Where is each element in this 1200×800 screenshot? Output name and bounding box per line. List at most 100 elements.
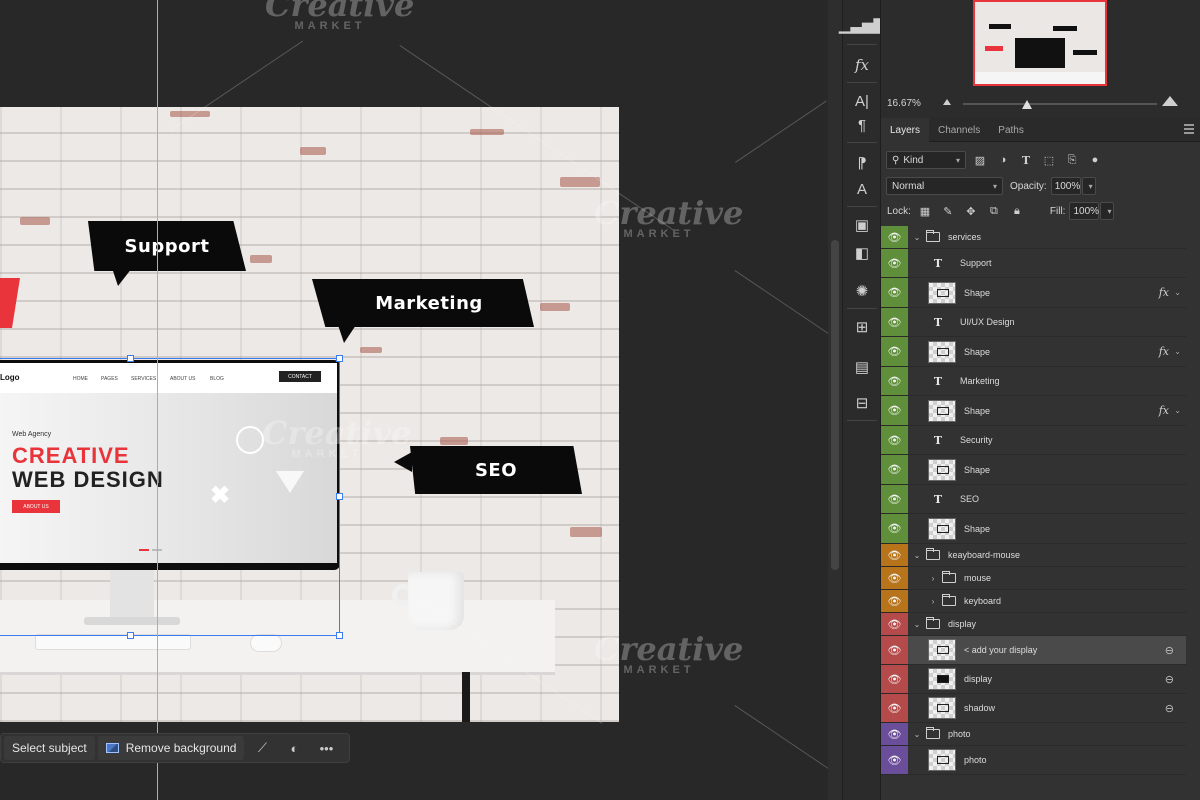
transform-handle[interactable] <box>127 355 134 362</box>
layer-row[interactable]: 👁︎ Shape fx ⌄ <box>881 278 1186 308</box>
color-palette-icon[interactable]: ✺ <box>850 280 874 302</box>
layer-row[interactable]: 👁︎ photo <box>881 746 1186 775</box>
vertical-guide[interactable] <box>157 0 158 800</box>
transform-handle[interactable] <box>336 493 343 500</box>
layer-row[interactable]: 👁︎ T Support <box>881 249 1186 278</box>
visibility-eye-icon[interactable]: 👁︎ <box>881 590 908 612</box>
layer-row[interactable]: 👁︎ T UI/UX Design <box>881 308 1186 337</box>
transform-handle[interactable] <box>336 632 343 639</box>
opacity-input[interactable]: 100% <box>1050 177 1081 195</box>
link-icon[interactable]: ⊖ <box>1165 673 1174 686</box>
layer-group-row[interactable]: 👁︎ ⌄ services <box>881 226 1186 249</box>
fill-input[interactable]: 100% <box>1069 202 1100 220</box>
visibility-eye-icon[interactable]: 👁︎ <box>881 723 908 745</box>
layer-row[interactable]: 👁︎ < add your display ⊖ <box>881 636 1186 665</box>
visibility-eye-icon[interactable]: 👁︎ <box>881 308 908 336</box>
visibility-eye-icon[interactable]: 👁︎ <box>881 426 908 454</box>
visibility-eye-icon[interactable]: 👁︎ <box>881 514 908 543</box>
layer-group-row[interactable]: 👁︎ ⌄ photo <box>881 723 1186 746</box>
scrollbar-thumb[interactable] <box>831 240 839 570</box>
lock-position-icon[interactable]: ✥ <box>962 202 980 220</box>
layer-row[interactable]: 👁︎ display ⊖ <box>881 665 1186 694</box>
paragraph-icon[interactable]: ¶ <box>850 114 874 136</box>
link-icon[interactable]: ⊖ <box>1165 644 1174 657</box>
visibility-eye-icon[interactable]: 👁︎ <box>881 665 908 693</box>
transform-icon[interactable]: ⟋ <box>248 736 276 760</box>
lock-image-icon[interactable]: ✎ <box>939 202 957 220</box>
visibility-eye-icon[interactable]: 👁︎ <box>881 544 908 566</box>
tab-paths[interactable]: Paths <box>989 118 1033 142</box>
navigator-thumbnail[interactable] <box>973 0 1107 86</box>
visibility-eye-icon[interactable]: 👁︎ <box>881 613 908 635</box>
transform-handle[interactable] <box>336 355 343 362</box>
chevron-down-icon[interactable]: ⌄ <box>1174 288 1181 297</box>
visibility-eye-icon[interactable]: 👁︎ <box>881 278 908 307</box>
chevron-down-icon[interactable]: ⌄ <box>912 620 922 629</box>
chevron-down-icon[interactable]: ⌄ <box>912 730 922 739</box>
filter-shape-icon[interactable]: ⬚ <box>1040 151 1058 169</box>
zoom-in-icon[interactable] <box>1162 96 1178 106</box>
character-styles-icon[interactable]: A <box>850 178 874 200</box>
filter-toggle-icon[interactable]: ● <box>1086 151 1104 169</box>
zoom-slider[interactable] <box>963 103 1157 105</box>
tab-channels[interactable]: Channels <box>929 118 989 142</box>
visibility-eye-icon[interactable]: 👁︎ <box>881 367 908 395</box>
chevron-down-icon[interactable]: ⌄ <box>912 551 922 560</box>
layer-effects-icon[interactable]: fx <box>1159 345 1169 358</box>
remove-background-button[interactable]: Remove background <box>97 736 245 760</box>
artboard-icon[interactable]: ⊞ <box>850 316 874 338</box>
fx-icon[interactable]: fx <box>850 54 874 76</box>
character-icon[interactable]: A| <box>850 90 874 112</box>
tab-layers[interactable]: Layers <box>881 118 930 142</box>
more-icon[interactable]: ••• <box>312 736 340 760</box>
visibility-eye-icon[interactable]: 👁︎ <box>881 249 908 277</box>
select-subject-button[interactable]: Select subject <box>4 736 95 760</box>
visibility-eye-icon[interactable]: 👁︎ <box>881 485 908 513</box>
visibility-eye-icon[interactable]: 👁︎ <box>881 396 908 425</box>
filter-kind-select[interactable]: ⚲ Kind ▾ <box>886 151 966 169</box>
visibility-eye-icon[interactable]: 👁︎ <box>881 694 908 722</box>
fill-dropdown[interactable]: ▾ <box>1100 202 1115 220</box>
zoom-readout[interactable]: 16.67% <box>887 98 921 109</box>
layer-group-row[interactable]: 👁︎ ⌄ keayboard-mouse <box>881 544 1186 567</box>
layer-row[interactable]: 👁︎ Shape fx ⌄ <box>881 396 1186 426</box>
layer-row[interactable]: 👁︎ T Marketing <box>881 367 1186 396</box>
filter-adjustment-icon[interactable]: ◑ <box>994 151 1012 169</box>
zoom-slider-knob[interactable] <box>1022 100 1033 109</box>
layer-row[interactable]: 👁︎ T SEO <box>881 485 1186 514</box>
opacity-dropdown[interactable]: ▾ <box>1081 177 1096 195</box>
visibility-eye-icon[interactable]: 👁︎ <box>881 455 908 484</box>
layer-effects-icon[interactable]: fx <box>1159 404 1169 417</box>
chevron-down-icon[interactable]: ⌄ <box>912 233 922 242</box>
layer-group-row[interactable]: 👁︎ ⌄ display <box>881 613 1186 636</box>
chevron-right-icon[interactable]: › <box>928 574 938 583</box>
chevron-down-icon[interactable]: ⌄ <box>1174 347 1181 356</box>
visibility-eye-icon[interactable]: 👁︎ <box>881 746 908 774</box>
gradient-icon[interactable]: ▤ <box>850 356 874 378</box>
lock-all-icon[interactable]: 🔒︎ <box>1008 202 1026 220</box>
zoom-out-icon[interactable] <box>943 99 951 105</box>
layer-group-row[interactable]: 👁︎ › mouse <box>881 567 1186 590</box>
link-icon[interactable]: ⊖ <box>1165 702 1174 715</box>
filter-pixel-icon[interactable]: ▨ <box>971 151 989 169</box>
paragraph-styles-icon[interactable]: ⁋ <box>850 152 874 174</box>
chevron-down-icon[interactable]: ⌄ <box>1174 406 1181 415</box>
layer-row[interactable]: 👁︎ shadow ⊖ <box>881 694 1186 723</box>
visibility-eye-icon[interactable]: 👁︎ <box>881 226 908 248</box>
histogram-icon[interactable]: ▁▃▅▇ <box>839 14 885 36</box>
chevron-right-icon[interactable]: › <box>928 597 938 606</box>
lock-artboard-icon[interactable]: ⧉ <box>985 202 1003 220</box>
visibility-eye-icon[interactable]: 👁︎ <box>881 636 908 664</box>
vertical-scrollbar[interactable] <box>828 0 842 800</box>
canvas-workspace[interactable]: Support Marketing SEO Logo HOME PAGES SE… <box>0 0 828 800</box>
visibility-eye-icon[interactable]: 👁︎ <box>881 567 908 589</box>
filter-smart-object-icon[interactable]: ⎘ <box>1063 151 1081 169</box>
filter-type-icon[interactable]: T <box>1017 151 1035 169</box>
layer-row[interactable]: 👁︎ T Security <box>881 426 1186 455</box>
layer-row[interactable]: 👁︎ Shape fx ⌄ <box>881 337 1186 367</box>
patterns-icon[interactable]: ⊟ <box>850 392 874 414</box>
panel-menu-icon[interactable] <box>1184 124 1194 134</box>
mask-icon[interactable]: ◐ <box>280 736 308 760</box>
transform-handle[interactable] <box>127 632 134 639</box>
blend-mode-select[interactable]: Normal ▾ <box>886 177 1003 195</box>
